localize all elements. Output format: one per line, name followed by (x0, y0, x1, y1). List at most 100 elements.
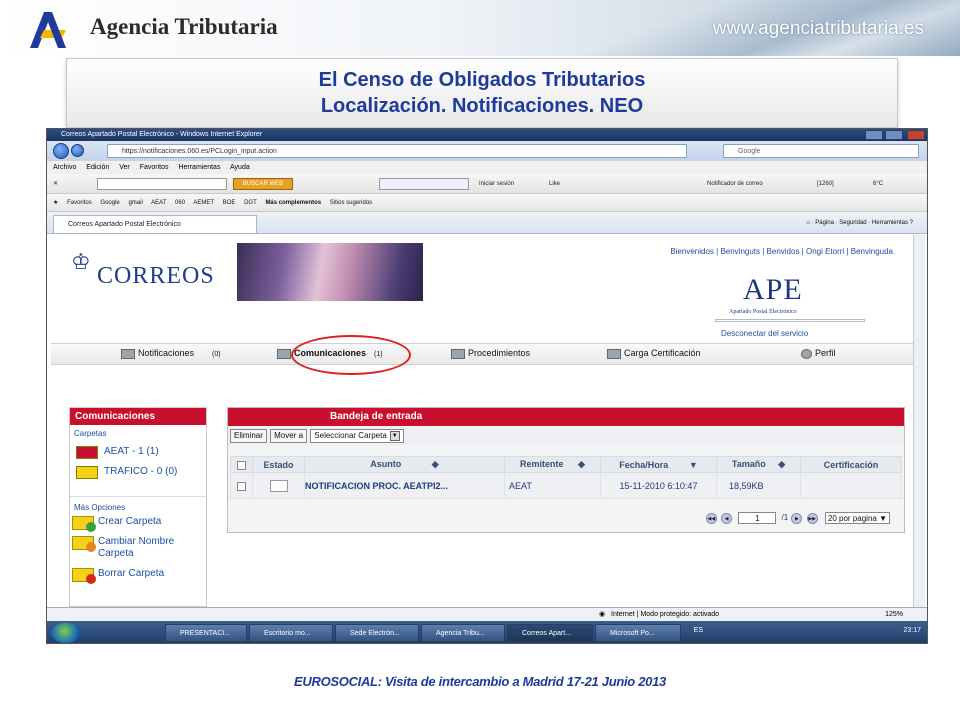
page-input[interactable]: 1 (738, 512, 777, 524)
tab-notificaciones[interactable]: Notificaciones (0) (121, 348, 221, 359)
eliminar-button[interactable]: Eliminar (230, 429, 267, 443)
col-remitente[interactable]: Remitente ◆ (504, 456, 601, 473)
table-row[interactable]: NOTIFICACION PROC. AEATPI2... AEAT 15-11… (230, 472, 902, 499)
slide-title-line2: Localización. Notificaciones. NEO (320, 95, 644, 117)
next-page-icon[interactable]: ▶ (791, 512, 803, 524)
cambiar-nombre-option[interactable]: Cambiar Nombre Carpeta (70, 536, 206, 560)
ape-subtitle: Apartado Postal Electrónico (729, 309, 797, 315)
window-title-bar: Correos Apartado Postal Electrónico - Wi… (47, 129, 927, 141)
search-input[interactable]: Google (723, 144, 919, 158)
fav-favoritos[interactable]: Favoritos (67, 200, 92, 206)
toolbar-search-input[interactable] (97, 178, 227, 190)
slide-title-line1: El Censo de Obligados Tributarios (318, 69, 646, 91)
back-icon[interactable] (53, 143, 69, 159)
task-item[interactable]: Microsoft Po... (595, 624, 681, 642)
rss-count[interactable]: [1260] (817, 174, 834, 194)
disconnect-link[interactable]: Desconectar del servicio (721, 329, 808, 338)
menu-edicion[interactable]: Edición (86, 164, 109, 171)
fav-dgt[interactable]: DGT (244, 200, 257, 206)
slide-footer: EUROSOCIAL: Visita de intercambio a Madr… (294, 674, 666, 689)
minimize-button[interactable] (865, 130, 883, 140)
menu-ver[interactable]: Ver (119, 164, 130, 171)
language-indicator[interactable]: ES (694, 627, 703, 634)
start-button[interactable] (51, 623, 81, 643)
row-select-cell (230, 472, 253, 499)
red-highlight-ellipse (291, 335, 411, 375)
chevron-down-icon: ▼ (389, 430, 400, 441)
tab-perfil[interactable]: Perfil (801, 348, 836, 359)
close-toolbar-icon[interactable]: ✕ (53, 174, 58, 194)
sort-icon: ◆ (431, 459, 439, 469)
fav-mas-complementos[interactable]: Más complementos (265, 200, 321, 206)
folder-trafico[interactable]: TRAFICO - 0 (0) (70, 462, 206, 482)
forward-icon[interactable] (71, 144, 84, 157)
fav-google[interactable]: Google (100, 200, 119, 206)
folder-icon (76, 446, 98, 459)
page-total: /1 (781, 513, 789, 523)
fav-aemet[interactable]: AEMET (193, 200, 214, 206)
col-asunto[interactable]: Asunto ◆ (304, 456, 505, 473)
last-page-icon[interactable]: ▶▶ (806, 512, 818, 524)
cmd-herramientas[interactable]: Herramientas (872, 220, 908, 226)
brand-name: Agencia Tributaria (90, 14, 278, 39)
vertical-scrollbar[interactable] (913, 235, 925, 607)
select-all-checkbox[interactable] (237, 460, 246, 470)
ape-title: APE (743, 273, 803, 306)
row-asunto[interactable]: NOTIFICACION PROC. AEATPI2... (304, 472, 505, 499)
menu-ayuda[interactable]: Ayuda (230, 164, 250, 171)
tab-carga-certificacion[interactable]: Carga Certificación (607, 348, 701, 359)
menu-herramientas[interactable]: Herramientas (178, 164, 220, 171)
browser-tab[interactable]: Correos Apartado Postal Electrónico (53, 215, 257, 233)
mail-notifier[interactable]: Notificador de correo (707, 174, 763, 194)
fav-boe[interactable]: BOE (223, 200, 236, 206)
per-page-select[interactable]: 20 por pagina ▼ (824, 512, 890, 524)
maximize-button[interactable] (885, 130, 903, 140)
crear-carpeta-option[interactable]: Crear Carpeta (70, 516, 206, 532)
folder-aeat[interactable]: AEAT - 1 (1) (70, 442, 206, 462)
option-label: Crear Carpeta (98, 516, 162, 527)
agencia-tributaria-logo-icon (30, 12, 66, 48)
language-links[interactable]: Bienvenidos | Benvinguts | Benvidos | On… (670, 247, 893, 256)
borrar-carpeta-option[interactable]: Borrar Carpeta (70, 568, 206, 584)
select-all-cell (230, 456, 253, 473)
like-button[interactable]: Like (549, 174, 560, 194)
home-icon[interactable]: ⌂ (806, 220, 810, 226)
tab-label: Perfil (815, 348, 836, 358)
zoom-level[interactable]: 125% (885, 608, 903, 621)
prev-page-icon[interactable]: ◀ (721, 512, 733, 524)
menu-archivo[interactable]: Archivo (53, 164, 76, 171)
url-input[interactable]: https://notificaciones.060.es/PCLogin_in… (107, 144, 687, 158)
weather[interactable]: 6°C (873, 174, 883, 194)
favorites-bar: ★ Favoritos Google gmail AEAT 060 AEMET … (47, 194, 927, 212)
star-icon[interactable]: ★ (53, 200, 58, 206)
task-item[interactable]: Escritorio mo... (249, 624, 333, 642)
close-button[interactable] (907, 130, 925, 140)
facebook-login-link[interactable]: Iniciar sesión (479, 174, 514, 194)
toolbar-field-2[interactable] (379, 178, 469, 190)
col-fecha[interactable]: Fecha/Hora ▼ (600, 456, 717, 473)
row-checkbox[interactable] (237, 481, 246, 491)
slide-title-box: El Censo de Obligados Tributarios Locali… (66, 58, 898, 128)
menu-favoritos[interactable]: Favoritos (140, 164, 169, 171)
col-tamano[interactable]: Tamaño ◆ (716, 456, 801, 473)
buscar-web-button[interactable]: BUSCAR WEB (233, 178, 293, 190)
task-item[interactable]: Sede Electrón... (335, 624, 419, 642)
col-certificacion[interactable]: Certificación (800, 456, 902, 473)
tab-procedimientos[interactable]: Procedimientos (451, 348, 530, 359)
cmd-seguridad[interactable]: Seguridad (839, 220, 866, 226)
first-page-icon[interactable]: ◀◀ (705, 512, 717, 524)
browser-screenshot: Correos Apartado Postal Electrónico - Wi… (46, 128, 928, 644)
task-item-active[interactable]: Correos Apart... (507, 624, 593, 642)
fav-sitios-sugeridos[interactable]: Sitios sugeridos (330, 200, 372, 206)
fav-gmail[interactable]: gmail (128, 200, 142, 206)
help-icon[interactable]: ? (910, 220, 913, 226)
task-item[interactable]: PRESENTACI... (165, 624, 247, 642)
fav-060[interactable]: 060 (175, 200, 185, 206)
cmd-pagina[interactable]: Página (815, 220, 834, 226)
folder-select[interactable]: Seleccionar Carpeta ▼ (310, 429, 404, 443)
col-estado[interactable]: Estado (252, 456, 305, 473)
task-item[interactable]: Agencia Tribu... (421, 624, 505, 642)
fav-aeat[interactable]: AEAT (151, 200, 166, 206)
correos-wordmark: CORREOS (97, 263, 215, 289)
mover-button[interactable]: Mover a (270, 429, 308, 443)
